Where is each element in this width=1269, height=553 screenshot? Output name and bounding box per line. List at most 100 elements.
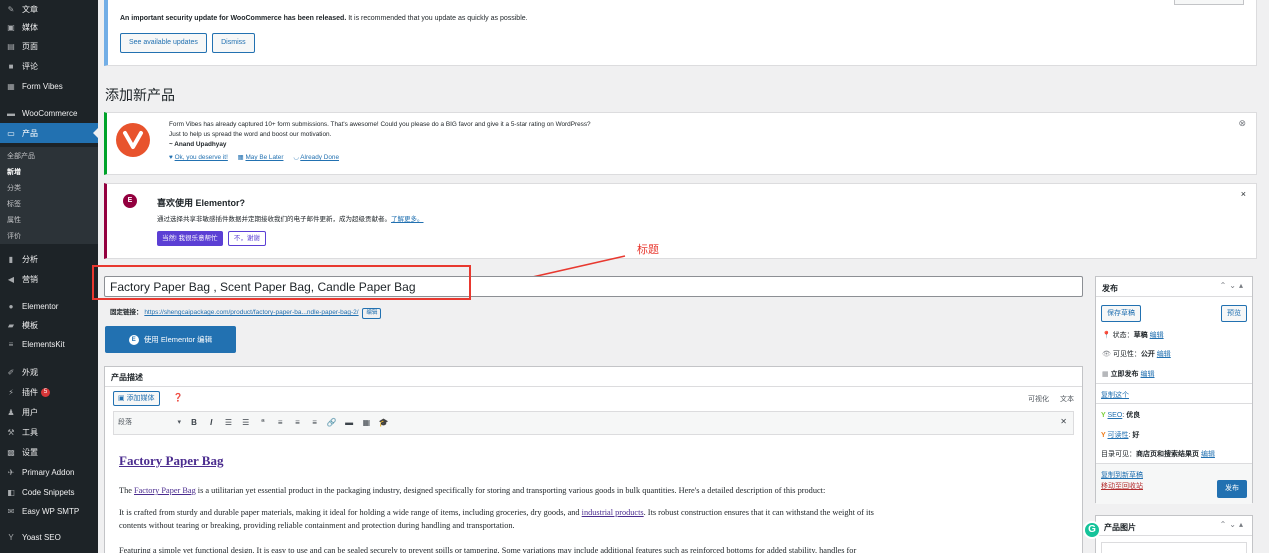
fullscreen-icon[interactable]: ✕ (1060, 417, 1067, 426)
product-description-box: 产品描述 ▣ 添加媒体 ❓ 可视化 文本 段落 ▾ B I ☰ ☰ “ ≡ ≡ ≡… (104, 366, 1083, 553)
sidebar-item-yoast-seo[interactable]: Y Yoast SEO (0, 528, 98, 546)
submenu-add-new[interactable]: 新增 (7, 167, 21, 177)
save-draft-button[interactable]: 保存草稿 (1101, 305, 1141, 322)
plugin-update-badge: 5 (41, 387, 50, 397)
tab-text[interactable]: 文本 (1060, 394, 1074, 404)
ok-deserve-link[interactable]: Ok, you deserve it! (175, 154, 228, 161)
elementor-no-button[interactable]: 不，谢谢 (227, 231, 266, 246)
sidebar-item-elementor[interactable]: ● Elementor (0, 297, 98, 315)
dismiss-button[interactable]: Dismiss (212, 33, 255, 53)
sidebar-item-code-snippets[interactable]: ◧ Code Snippets (0, 483, 98, 501)
add-media-button[interactable]: ▣ 添加媒体 (113, 391, 160, 406)
admin-sidebar: ✎ 文章 ▣ 媒体 ▤ 页面 ■ 评论 ▦ Form Vibes ▬ WooCommerce… (0, 0, 98, 553)
catalog-visibility-value: 商店页和搜索结果页 (1136, 451, 1199, 458)
sidebar-item-form-vibes[interactable]: ▦ Form Vibes (0, 77, 98, 95)
submenu-reviews[interactable]: 评价 (7, 231, 21, 241)
preview-button[interactable]: 预览 (1221, 305, 1247, 322)
learn-more-link[interactable]: 了解更多。 (391, 216, 424, 223)
yoast-icon: Y (8, 532, 14, 542)
chart-icon: ▮ (8, 254, 14, 264)
products-submenu: 全部产品 新增 分类 标签 属性 评价 (0, 147, 98, 244)
sidebar-item-appearance[interactable]: ✐ 外观 (0, 363, 98, 381)
italic-icon[interactable]: I (205, 417, 217, 429)
sidebar-item-templates[interactable]: ▰ 模板 (0, 316, 98, 334)
elementskit-icon: ≡ (8, 339, 14, 349)
pin-icon: 📍 (1102, 332, 1113, 339)
see-updates-button[interactable]: See available updates (120, 33, 207, 53)
sidebar-item-plugins[interactable]: ⚡ 插件 5 (0, 383, 98, 401)
box-arrows-icon[interactable]: ⌃⌄▴ (1220, 281, 1246, 290)
update-notice-message: An important security update for WooComm… (120, 15, 347, 22)
permalink-url[interactable]: https://shengcaipackage.com/product/fact… (144, 309, 358, 316)
elementor-notice: E 喜欢使用 Elementor? 通过选择共享非敏感插件数据并定期接收我们的电… (104, 183, 1257, 259)
sidebar-item-pages[interactable]: ▤ 页面 (0, 37, 98, 55)
sidebar-item-woocommerce[interactable]: ▬ WooCommerce (0, 104, 98, 122)
seo-link[interactable]: SEO (1108, 412, 1123, 419)
dismiss-notice-icon[interactable]: ⊗ (1238, 118, 1246, 129)
elementor-logo-icon: E (123, 194, 137, 208)
grammarly-icon[interactable]: G (1083, 521, 1101, 539)
toolbar-toggle-icon[interactable]: ▦ (360, 417, 372, 429)
smile-icon: ◡ (293, 154, 299, 161)
graduation-cap-icon[interactable]: 🎓 (378, 417, 390, 429)
close-icon[interactable]: × (1241, 189, 1246, 199)
format-select[interactable]: 段落 ▾ (118, 417, 183, 429)
read-more-icon[interactable]: ▬ (343, 417, 355, 429)
sidebar-item-marketing[interactable]: ◀ 营销 (0, 270, 98, 288)
copy-link[interactable]: 复制这个 (1101, 390, 1129, 400)
align-right-icon[interactable]: ≡ (309, 417, 321, 429)
edit-publish-time-link[interactable]: 编辑 (1141, 371, 1155, 378)
submenu-tags[interactable]: 标签 (7, 199, 21, 209)
sidebar-item-posts[interactable]: ✎ 文章 (0, 0, 98, 18)
edit-visibility-link[interactable]: 编辑 (1157, 351, 1171, 358)
factory-paper-bag-link[interactable]: Factory Paper Bag (134, 486, 196, 495)
permalink-row: 固定链接： https://shengcaipackage.com/produc… (110, 306, 382, 319)
align-center-icon[interactable]: ≡ (291, 417, 303, 429)
sidebar-item-comments[interactable]: ■ 评论 (0, 57, 98, 75)
readability-link[interactable]: 可读性 (1108, 432, 1129, 439)
bold-icon[interactable]: B (188, 417, 200, 429)
sidebar-item-settings[interactable]: ▩ 设置 (0, 443, 98, 461)
screen-options-tab[interactable] (1174, 0, 1244, 5)
woocommerce-icon: ▬ (7, 108, 15, 118)
permalink-edit-button[interactable]: 编辑 (362, 308, 382, 319)
submenu-categories[interactable]: 分类 (7, 183, 21, 193)
elementor-yes-button[interactable]: 当然! 我很乐意帮忙 (157, 231, 223, 246)
chevron-down-icon: ▾ (177, 419, 181, 426)
move-to-trash-link[interactable]: 移动至回收站 (1101, 481, 1143, 491)
publish-button[interactable]: 发布 (1217, 480, 1247, 498)
folder-icon: ▰ (7, 320, 15, 330)
edit-catalog-link[interactable]: 编辑 (1201, 451, 1215, 458)
sidebar-item-analytics[interactable]: ▮ 分析 (0, 250, 98, 268)
submenu-attributes[interactable]: 属性 (7, 215, 21, 225)
may-be-later-link[interactable]: May Be Later (245, 154, 283, 161)
sidebar-item-elementskit[interactable]: ≡ ElementsKit (0, 335, 98, 353)
annotation-label: 标题 (637, 244, 659, 256)
box-arrows-icon[interactable]: ⌃⌄▴ (1220, 520, 1246, 529)
blockquote-icon[interactable]: “ (257, 417, 269, 429)
sidebar-item-media[interactable]: ▣ 媒体 (0, 18, 98, 36)
elementor-notice-title: 喜欢使用 Elementor? (157, 198, 246, 208)
submenu-all-products[interactable]: 全部产品 (7, 151, 35, 161)
edit-status-link[interactable]: 编辑 (1150, 332, 1164, 339)
sidebar-item-products[interactable]: ▭ 产品 (0, 123, 98, 143)
help-icon[interactable]: ❓ (173, 393, 183, 402)
numbered-list-icon[interactable]: ☰ (240, 417, 252, 429)
industrial-products-link[interactable]: industrial products (582, 508, 644, 517)
link-icon[interactable]: 🔗 (326, 417, 338, 429)
publish-time: 立即发布 (1110, 371, 1139, 378)
content-heading[interactable]: Factory Paper Bag (119, 453, 223, 469)
pin-icon: ✎ (7, 4, 15, 14)
bullet-list-icon[interactable]: ☰ (222, 417, 234, 429)
sidebar-item-tools[interactable]: ⚒ 工具 (0, 423, 98, 441)
sidebar-item-easy-wp-smtp[interactable]: ✉ Easy WP SMTP (0, 502, 98, 520)
align-left-icon[interactable]: ≡ (274, 417, 286, 429)
sidebar-item-users[interactable]: ♟ 用户 (0, 403, 98, 421)
already-done-link[interactable]: Already Done (300, 154, 339, 161)
edit-with-elementor-button[interactable]: E 使用 Elementor 编辑 (105, 326, 236, 353)
tab-visual[interactable]: 可视化 (1028, 394, 1049, 404)
sidebar-item-primary-addon[interactable]: ✈ Primary Addon (0, 463, 98, 481)
copy-to-draft-link[interactable]: 复制到新草稿 (1101, 470, 1143, 480)
media-icon: ▣ (118, 395, 127, 402)
megaphone-icon: ◀ (7, 274, 15, 284)
